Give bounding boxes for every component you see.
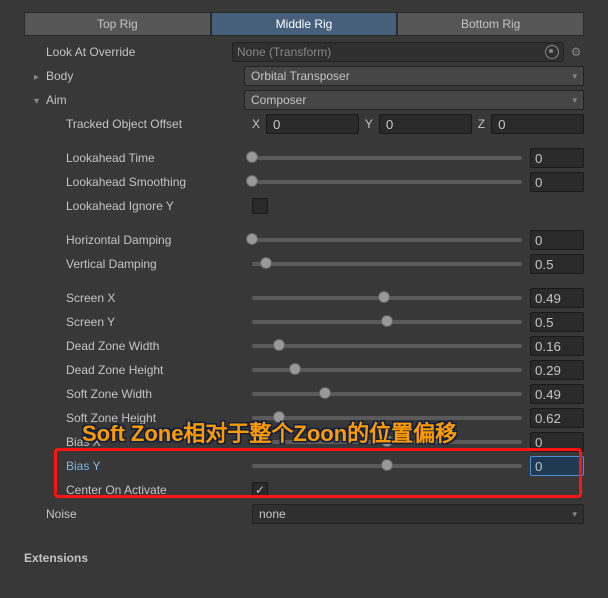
soft-zone-height-label: Soft Zone Height (66, 411, 252, 425)
horizontal-damping-slider[interactable] (252, 238, 522, 242)
screen-x-row: Screen X (0, 286, 608, 310)
body-foldout-icon[interactable] (34, 69, 46, 83)
body-value: Orbital Transposer (251, 69, 350, 83)
bias-x-label: Bias X (66, 435, 252, 449)
bias-y-slider[interactable] (252, 464, 522, 468)
gear-icon[interactable]: ⚙ (568, 45, 584, 59)
screen-y-label: Screen Y (66, 315, 252, 329)
noise-dropdown[interactable]: none (252, 504, 584, 524)
screen-x-value-input[interactable] (530, 288, 584, 308)
look-at-override-label: Look At Override (46, 45, 232, 59)
tab-top-rig[interactable]: Top Rig (24, 12, 211, 36)
horizontal-damping-value-input[interactable] (530, 230, 584, 250)
dead-zone-width-label: Dead Zone Width (66, 339, 252, 353)
target-picker-icon[interactable] (545, 45, 559, 59)
soft-zone-height-slider[interactable] (252, 416, 522, 420)
noise-value: none (259, 507, 286, 521)
tracked-offset-row: Tracked Object Offset X Y Z (0, 112, 608, 136)
tracked-offset-x-input[interactable] (266, 114, 359, 134)
noise-label: Noise (46, 507, 252, 521)
aim-dropdown[interactable]: Composer (244, 90, 584, 110)
soft-zone-width-label: Soft Zone Width (66, 387, 252, 401)
tracked-offset-y-input[interactable] (379, 114, 472, 134)
bias-x-slider[interactable] (252, 440, 522, 444)
dead-zone-height-row: Dead Zone Height (0, 358, 608, 382)
extensions-heading: Extensions (0, 546, 608, 570)
soft-zone-height-row: Soft Zone Height (0, 406, 608, 430)
lookahead-smoothing-row: Lookahead Smoothing (0, 170, 608, 194)
bias-y-value-input[interactable] (530, 456, 584, 476)
look-at-override-value: None (Transform) (237, 45, 545, 59)
horizontal-damping-label: Horizontal Damping (66, 233, 252, 247)
lookahead-smoothing-label: Lookahead Smoothing (66, 175, 252, 189)
bias-y-label: Bias Y (66, 459, 252, 473)
body-label: Body (46, 69, 244, 83)
lookahead-ignore-y-label: Lookahead Ignore Y (66, 199, 252, 213)
dead-zone-height-value-input[interactable] (530, 360, 584, 380)
aim-row: Aim Composer (0, 88, 608, 112)
bias-y-row: Bias Y (0, 454, 608, 478)
soft-zone-width-value-input[interactable] (530, 384, 584, 404)
screen-y-row: Screen Y (0, 310, 608, 334)
dead-zone-height-label: Dead Zone Height (66, 363, 252, 377)
rig-tabs: Top Rig Middle Rig Bottom Rig (0, 0, 608, 40)
aim-foldout-icon[interactable] (34, 93, 46, 107)
body-dropdown[interactable]: Orbital Transposer (244, 66, 584, 86)
aim-value: Composer (251, 93, 306, 107)
lookahead-smoothing-slider[interactable] (252, 180, 522, 184)
z-axis-label: Z (478, 117, 485, 131)
screen-x-label: Screen X (66, 291, 252, 305)
vertical-damping-label: Vertical Damping (66, 257, 252, 271)
center-on-activate-row: Center On Activate (0, 478, 608, 502)
lookahead-time-value-input[interactable] (530, 148, 584, 168)
aim-label: Aim (46, 93, 244, 107)
vertical-damping-value-input[interactable] (530, 254, 584, 274)
center-on-activate-checkbox[interactable] (252, 482, 268, 498)
dead-zone-width-value-input[interactable] (530, 336, 584, 356)
x-axis-label: X (252, 117, 260, 131)
tracked-offset-label: Tracked Object Offset (66, 117, 252, 131)
tab-bottom-rig[interactable]: Bottom Rig (397, 12, 584, 36)
tracked-offset-z-input[interactable] (491, 114, 584, 134)
dead-zone-width-row: Dead Zone Width (0, 334, 608, 358)
lookahead-ignore-y-checkbox[interactable] (252, 198, 268, 214)
center-on-activate-label: Center On Activate (66, 483, 252, 497)
look-at-override-field[interactable]: None (Transform) (232, 42, 564, 62)
lookahead-time-row: Lookahead Time (0, 146, 608, 170)
lookahead-ignore-y-row: Lookahead Ignore Y (0, 194, 608, 218)
screen-y-slider[interactable] (252, 320, 522, 324)
dead-zone-width-slider[interactable] (252, 344, 522, 348)
lookahead-smoothing-value-input[interactable] (530, 172, 584, 192)
dead-zone-height-slider[interactable] (252, 368, 522, 372)
screen-y-value-input[interactable] (530, 312, 584, 332)
soft-zone-width-slider[interactable] (252, 392, 522, 396)
tab-middle-rig[interactable]: Middle Rig (211, 12, 398, 36)
lookahead-time-slider[interactable] (252, 156, 522, 160)
body-row: Body Orbital Transposer (0, 64, 608, 88)
soft-zone-height-value-input[interactable] (530, 408, 584, 428)
vertical-damping-row: Vertical Damping (0, 252, 608, 276)
vertical-damping-slider[interactable] (252, 262, 522, 266)
lookahead-time-label: Lookahead Time (66, 151, 252, 165)
noise-row: Noise none (0, 502, 608, 526)
y-axis-label: Y (365, 117, 373, 131)
look-at-override-row: Look At Override None (Transform) ⚙ (0, 40, 608, 64)
bias-x-value-input[interactable] (530, 432, 584, 452)
bias-x-row: Bias X (0, 430, 608, 454)
soft-zone-width-row: Soft Zone Width (0, 382, 608, 406)
horizontal-damping-row: Horizontal Damping (0, 228, 608, 252)
screen-x-slider[interactable] (252, 296, 522, 300)
